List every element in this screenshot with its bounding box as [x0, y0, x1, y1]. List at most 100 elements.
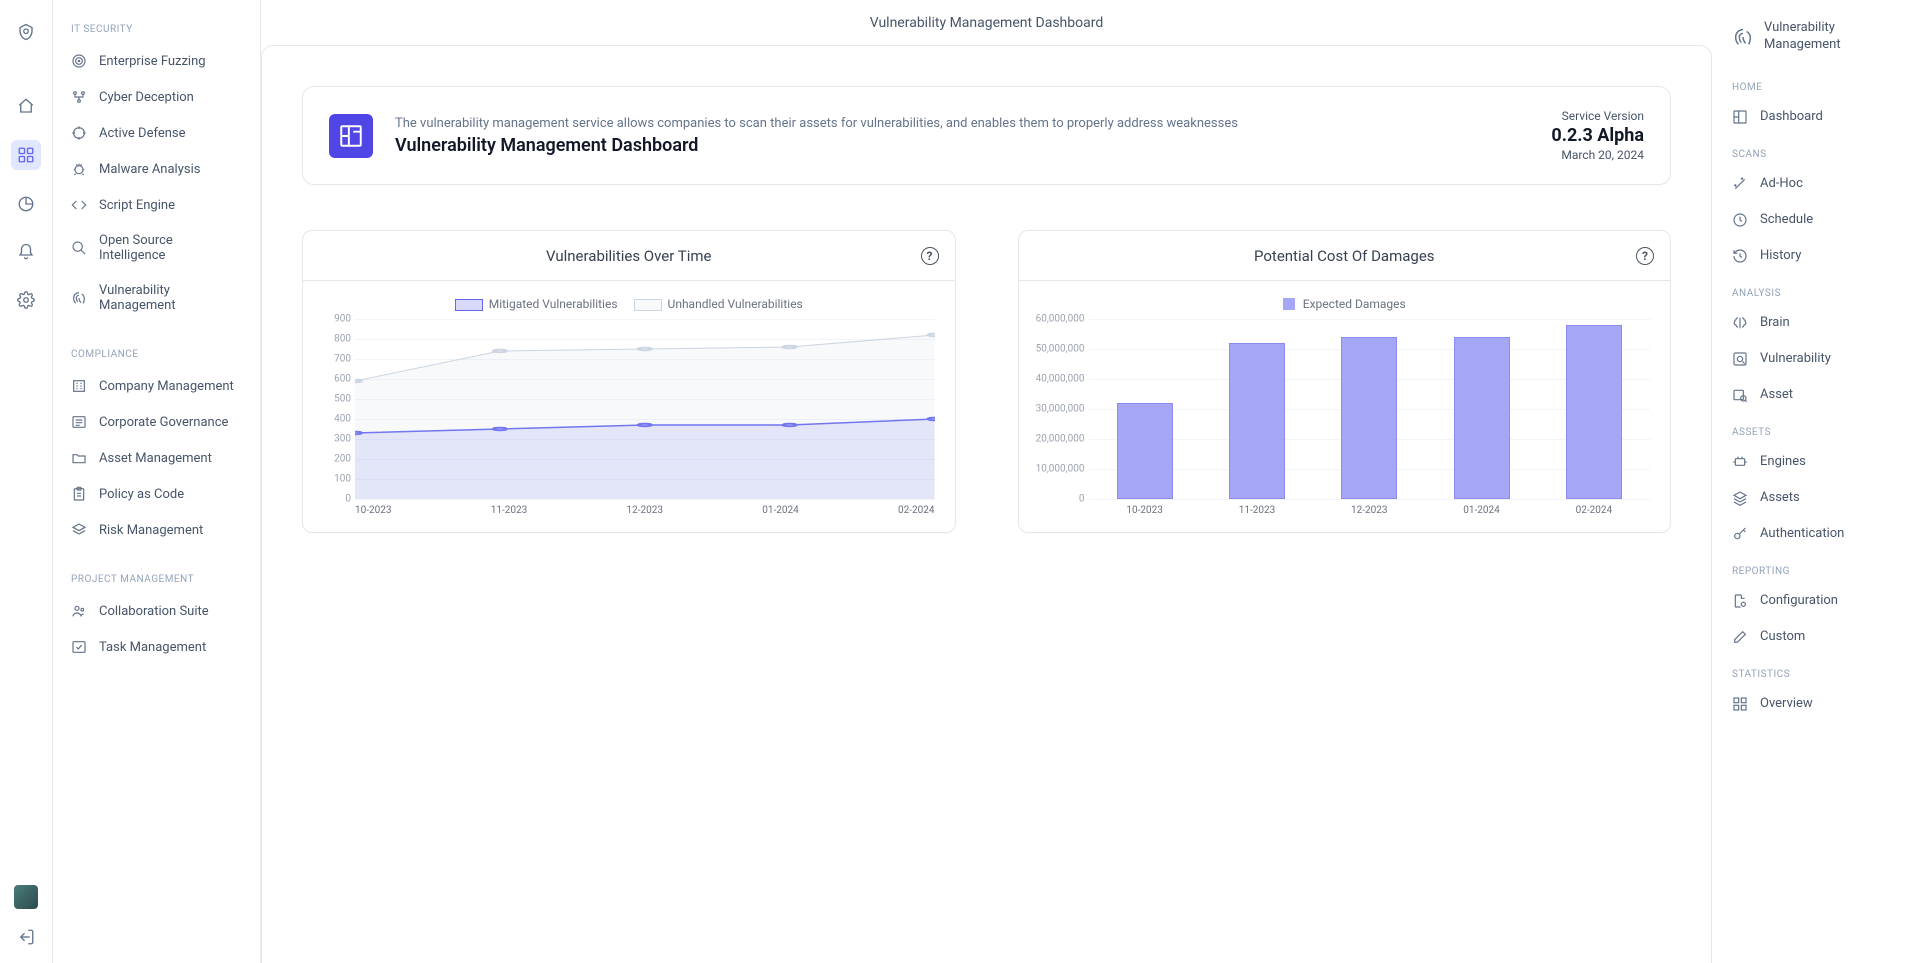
layers-icon	[71, 522, 87, 538]
users-icon	[71, 603, 87, 619]
rs-item-label: Vulnerability	[1760, 351, 1831, 366]
card-cost-of-damages: Potential Cost Of Damages ? Expected Dam…	[1018, 230, 1672, 533]
sidebar-item-label: Company Management	[99, 379, 234, 394]
code-icon	[71, 197, 87, 213]
sidebar-item-script-engine[interactable]: Script Engine	[63, 187, 250, 223]
brain-icon	[1732, 315, 1748, 331]
rs-item-history[interactable]: History	[1726, 238, 1906, 274]
card-title: Potential Cost Of Damages	[1254, 247, 1435, 265]
shield-icon[interactable]	[12, 18, 40, 46]
rs-section-reporting: REPORTING	[1726, 552, 1906, 583]
right-sidebar-title: Vulnerability Management	[1764, 20, 1900, 54]
legend-series-1: Unhandled Vulnerabilities	[668, 297, 803, 311]
legend-swatch-icon	[455, 299, 483, 311]
rs-item-custom[interactable]: Custom	[1726, 619, 1906, 655]
rs-item-schedule[interactable]: Schedule	[1726, 202, 1906, 238]
rs-item-brain[interactable]: Brain	[1726, 305, 1906, 341]
sidebar-item-task-management[interactable]: Task Management	[63, 629, 250, 665]
hero-title: Vulnerability Management Dashboard	[395, 135, 1529, 156]
rs-item-overview[interactable]: Overview	[1726, 686, 1906, 722]
dashboard-tile-icon	[329, 114, 373, 158]
version-label: Service Version	[1551, 109, 1644, 123]
info-icon[interactable]: ?	[921, 247, 939, 265]
sidebar-item-osint[interactable]: Open Source Intelligence	[63, 223, 250, 273]
sidebar-item-label: Script Engine	[99, 198, 175, 213]
nav-rail	[0, 0, 53, 963]
line-chart-x-axis: 10-202311-202312-202301-202402-2024	[355, 505, 935, 516]
hero-description: The vulnerability management service all…	[395, 116, 1529, 131]
apps-grid-icon[interactable]	[11, 140, 41, 170]
pie-chart-icon[interactable]	[12, 190, 40, 218]
rs-item-assets[interactable]: Assets	[1726, 480, 1906, 516]
rs-item-authentication[interactable]: Authentication	[1726, 516, 1906, 552]
sidebar-item-active-defense[interactable]: Active Defense	[63, 115, 250, 151]
avatar[interactable]	[14, 885, 38, 909]
grid-icon	[1732, 696, 1748, 712]
bar-chart-legend: Expected Damages	[1035, 297, 1655, 311]
rs-item-configuration[interactable]: Configuration	[1726, 583, 1906, 619]
engine-icon	[1732, 454, 1748, 470]
version-date: March 20, 2024	[1551, 148, 1644, 162]
sidebar-left: IT SECURITY Enterprise Fuzzing Cyber Dec…	[53, 0, 261, 963]
sidebar-item-label: Vulnerability Management	[99, 283, 242, 313]
home-icon[interactable]	[12, 92, 40, 120]
rs-item-dashboard[interactable]: Dashboard	[1726, 99, 1906, 135]
sidebar-item-label: Asset Management	[99, 451, 212, 466]
bar-chart-x-axis: 10-202311-202312-202301-202402-2024	[1089, 505, 1651, 516]
main-region: Vulnerability Management Dashboard The v…	[261, 0, 1712, 963]
sidebar-item-cyber-deception[interactable]: Cyber Deception	[63, 79, 250, 115]
content-area: The vulnerability management service all…	[261, 45, 1712, 963]
sidebar-item-asset-management[interactable]: Asset Management	[63, 440, 250, 476]
branch-icon	[71, 89, 87, 105]
stack-icon	[1732, 490, 1748, 506]
rs-item-engines[interactable]: Engines	[1726, 444, 1906, 480]
sidebar-item-label: Malware Analysis	[99, 162, 200, 177]
sidebar-item-risk-management[interactable]: Risk Management	[63, 512, 250, 548]
sidebar-item-vulnerability-management[interactable]: Vulnerability Management	[63, 273, 250, 323]
sidebar-item-label: Task Management	[99, 640, 206, 655]
scan-icon	[1732, 351, 1748, 367]
sidebar-right: Vulnerability Management HOME Dashboard …	[1712, 0, 1920, 963]
page-title: Vulnerability Management Dashboard	[870, 15, 1104, 31]
legend-swatch-icon	[634, 299, 662, 311]
rs-item-label: Dashboard	[1760, 109, 1823, 124]
legend-swatch-icon	[1283, 298, 1295, 310]
sidebar-item-label: Collaboration Suite	[99, 604, 209, 619]
rs-item-asset[interactable]: Asset	[1726, 377, 1906, 413]
legend-series-0: Mitigated Vulnerabilities	[489, 297, 618, 311]
rs-item-label: Schedule	[1760, 212, 1813, 227]
fingerprint-icon	[71, 290, 87, 306]
topbar: Vulnerability Management Dashboard	[261, 0, 1712, 45]
rs-item-label: Custom	[1760, 629, 1805, 644]
sidebar-item-malware-analysis[interactable]: Malware Analysis	[63, 151, 250, 187]
sidebar-item-policy-as-code[interactable]: Policy as Code	[63, 476, 250, 512]
right-sidebar-header: Vulnerability Management	[1726, 16, 1906, 68]
asset-scan-icon	[1732, 387, 1748, 403]
building-icon	[71, 378, 87, 394]
dashboard-icon	[1732, 109, 1748, 125]
sidebar-section-it-security: IT SECURITY	[63, 18, 250, 43]
info-icon[interactable]: ?	[1636, 247, 1654, 265]
version-value: 0.2.3 Alpha	[1551, 125, 1644, 146]
bell-icon[interactable]	[12, 238, 40, 266]
clipboard-icon	[71, 486, 87, 502]
settings-icon[interactable]	[12, 286, 40, 314]
sidebar-item-company-management[interactable]: Company Management	[63, 368, 250, 404]
bug-icon	[71, 161, 87, 177]
sidebar-section-project-management: PROJECT MANAGEMENT	[63, 568, 250, 593]
history-icon	[1732, 248, 1748, 264]
sidebar-item-label: Enterprise Fuzzing	[99, 54, 206, 69]
rs-item-label: Authentication	[1760, 526, 1844, 541]
rs-item-vulnerability[interactable]: Vulnerability	[1726, 341, 1906, 377]
rs-item-label: Engines	[1760, 454, 1806, 469]
line-chart: 0100200300400500600700800900	[355, 319, 935, 499]
sidebar-item-label: Cyber Deception	[99, 90, 194, 105]
sidebar-item-enterprise-fuzzing[interactable]: Enterprise Fuzzing	[63, 43, 250, 79]
list-icon	[71, 414, 87, 430]
sidebar-item-corporate-governance[interactable]: Corporate Governance	[63, 404, 250, 440]
rs-item-label: Assets	[1760, 490, 1800, 505]
sidebar-item-collaboration-suite[interactable]: Collaboration Suite	[63, 593, 250, 629]
rs-item-adhoc[interactable]: Ad-Hoc	[1726, 166, 1906, 202]
logout-icon[interactable]	[12, 923, 40, 951]
rs-item-label: Ad-Hoc	[1760, 176, 1803, 191]
